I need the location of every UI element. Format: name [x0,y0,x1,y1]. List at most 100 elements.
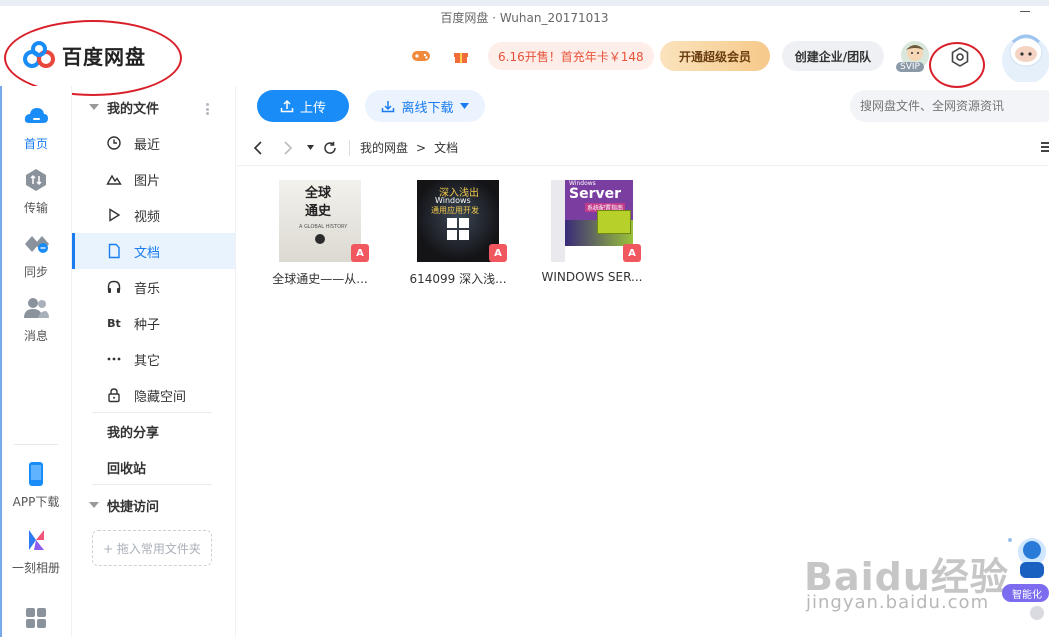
tree-my-files[interactable]: 我的文件 [72,89,235,125]
file-thumbnail: 全球 通史 A GLOBAL HISTORY [279,180,361,262]
tree-item-label: 视频 [134,209,161,225]
file-thumbnail: 深入浅出 Windows 通用应用开发 [417,180,499,262]
rail-item-home-label: 首页 [23,137,48,151]
tree-my-share-label: 我的分享 [107,425,160,441]
play-icon [109,208,121,222]
file-item[interactable]: 全球 通史 A GLOBAL HISTORY A 全球通史——从... [265,180,375,287]
header: 百度网盘 6.16开售！首充年卡￥148 开通超级会员 创建企业/团队 SVIP [0,20,1049,96]
tree-my-files-label: 我的文件 [107,101,160,117]
nav-bar: 我的网盘 > 文档 [237,130,1049,166]
file-name: WINDOWS SER... [541,270,643,284]
cloud-home-icon [24,108,48,123]
rail-item-apps[interactable] [0,604,72,637]
tree-item-label: 种子 [134,317,161,333]
robot-avatar[interactable] [996,30,1049,82]
svip-badge: SVIP [896,62,924,72]
minimize-button[interactable] [1019,6,1031,18]
tree-quick-access-label: 快捷访问 [107,499,160,515]
bt-icon: Bt [107,316,121,330]
refresh-icon[interactable] [321,139,339,157]
clock-icon [107,136,121,150]
phone-icon [29,462,43,486]
offline-download-button[interactable]: 离线下载 [365,90,485,122]
list-view-icon[interactable] [1041,142,1049,152]
gear-icon[interactable] [949,46,971,68]
window-title: 百度网盘 · Wuhan_20171013 [440,10,609,25]
more-icon [107,357,121,361]
logo[interactable]: 百度网盘 [22,40,146,70]
tree-item-label: 最近 [134,137,161,153]
more-vertical-icon[interactable] [206,103,209,115]
file-name: 全球通史——从... [272,272,368,286]
logo-text: 百度网盘 [62,44,146,69]
cover-title-2: Windows [435,196,471,205]
cover-subtitle: 通用应用开发 [431,206,479,215]
cover-title-2: 通史 [305,204,332,219]
tree-item-label: 文档 [134,245,161,261]
windows-logo-icon [447,218,469,240]
gamepad-icon[interactable] [410,45,432,67]
tree-item-other[interactable]: 其它 [72,341,235,377]
tree-item-images[interactable]: 图片 [72,161,235,197]
rail-item-transfer-label: 传输 [23,201,48,215]
gift-icon[interactable] [450,45,472,67]
vip-button[interactable]: 开通超级会员 [660,41,770,71]
file-tree: 我的文件 最近 图片 视频 文档 音乐 Bt 种子 其它 隐藏空间 我的分享 回… [72,86,236,637]
promo-badge[interactable]: 6.16开售！首充年卡￥148 [488,42,654,70]
tree-my-share[interactable]: 我的分享 [72,413,235,449]
tree-item-torrents[interactable]: Bt 种子 [72,305,235,341]
rail-item-sync-label: 同步 [23,265,48,279]
file-item[interactable]: Windows Server 系统配置指南 A WINDOWS SER... [537,180,647,284]
cover-subtitle: A GLOBAL HISTORY [299,224,348,230]
message-icon [24,298,49,318]
album-icon [29,530,44,550]
transfer-icon [26,169,46,191]
tree-item-videos[interactable]: 视频 [72,197,235,233]
close-icon[interactable] [1030,606,1044,620]
file-item[interactable]: 深入浅出 Windows 通用应用开发 A 614099 深入浅... [403,180,513,287]
breadcrumb-separator: > [416,140,427,155]
rail-item-home[interactable]: 首页 [0,102,72,152]
rail-item-transfer[interactable]: 传输 [0,166,72,216]
tree-recycle-bin-label: 回收站 [107,461,147,477]
search-input[interactable] [850,90,1049,122]
rail-item-sync[interactable]: 同步 [0,230,72,280]
tree-item-label: 图片 [134,173,161,189]
tree-item-hidden-space[interactable]: 隐藏空间 [72,377,235,413]
upload-icon [280,99,294,113]
breadcrumb-root[interactable]: 我的网盘 [360,139,408,156]
lock-icon [108,388,120,403]
rail-item-album[interactable]: 一刻相册 [0,526,72,576]
sync-icon [25,236,49,253]
tree-item-recent[interactable]: 最近 [72,125,235,161]
back-arrow-icon[interactable] [249,139,267,157]
rail-item-message-label: 消息 [23,329,48,343]
caret-down-icon [89,104,99,110]
create-team-button[interactable]: 创建企业/团队 [782,41,884,71]
history-dropdown-icon[interactable] [301,139,319,157]
rail-item-message[interactable]: 消息 [0,294,72,344]
tree-recycle-bin[interactable]: 回收站 [72,449,235,485]
caret-down-icon [89,502,99,508]
offline-download-label: 离线下载 [401,100,454,116]
cover-title-2: Server [569,186,622,202]
upload-button[interactable]: 上传 [257,90,349,122]
tree-item-label: 隐藏空间 [134,389,187,405]
rail-item-album-label: 一刻相册 [11,561,60,575]
file-name: 614099 深入浅... [409,272,507,286]
tree-item-label: 其它 [134,353,161,369]
nav-divider [349,139,350,156]
tree-quick-access[interactable]: 快捷访问 [72,487,235,523]
tree-item-documents[interactable]: 文档 [72,233,235,269]
forward-arrow-icon[interactable] [279,139,297,157]
drop-folder-slot[interactable]: + 拖入常用文件夹 [92,530,212,566]
watermark-url: jingyan.baidu.com [806,592,990,613]
pdf-file-icon: A [489,244,507,262]
pdf-file-icon: A [623,244,641,262]
chevron-down-icon [459,103,469,109]
rail-item-app-download[interactable]: APP下载 [0,460,72,510]
tree-item-music[interactable]: 音乐 [72,269,235,305]
file-thumbnail: Windows Server 系统配置指南 [551,180,633,262]
ai-assistant-label[interactable]: 智能化 [1002,584,1049,602]
rail-separator [14,444,58,445]
